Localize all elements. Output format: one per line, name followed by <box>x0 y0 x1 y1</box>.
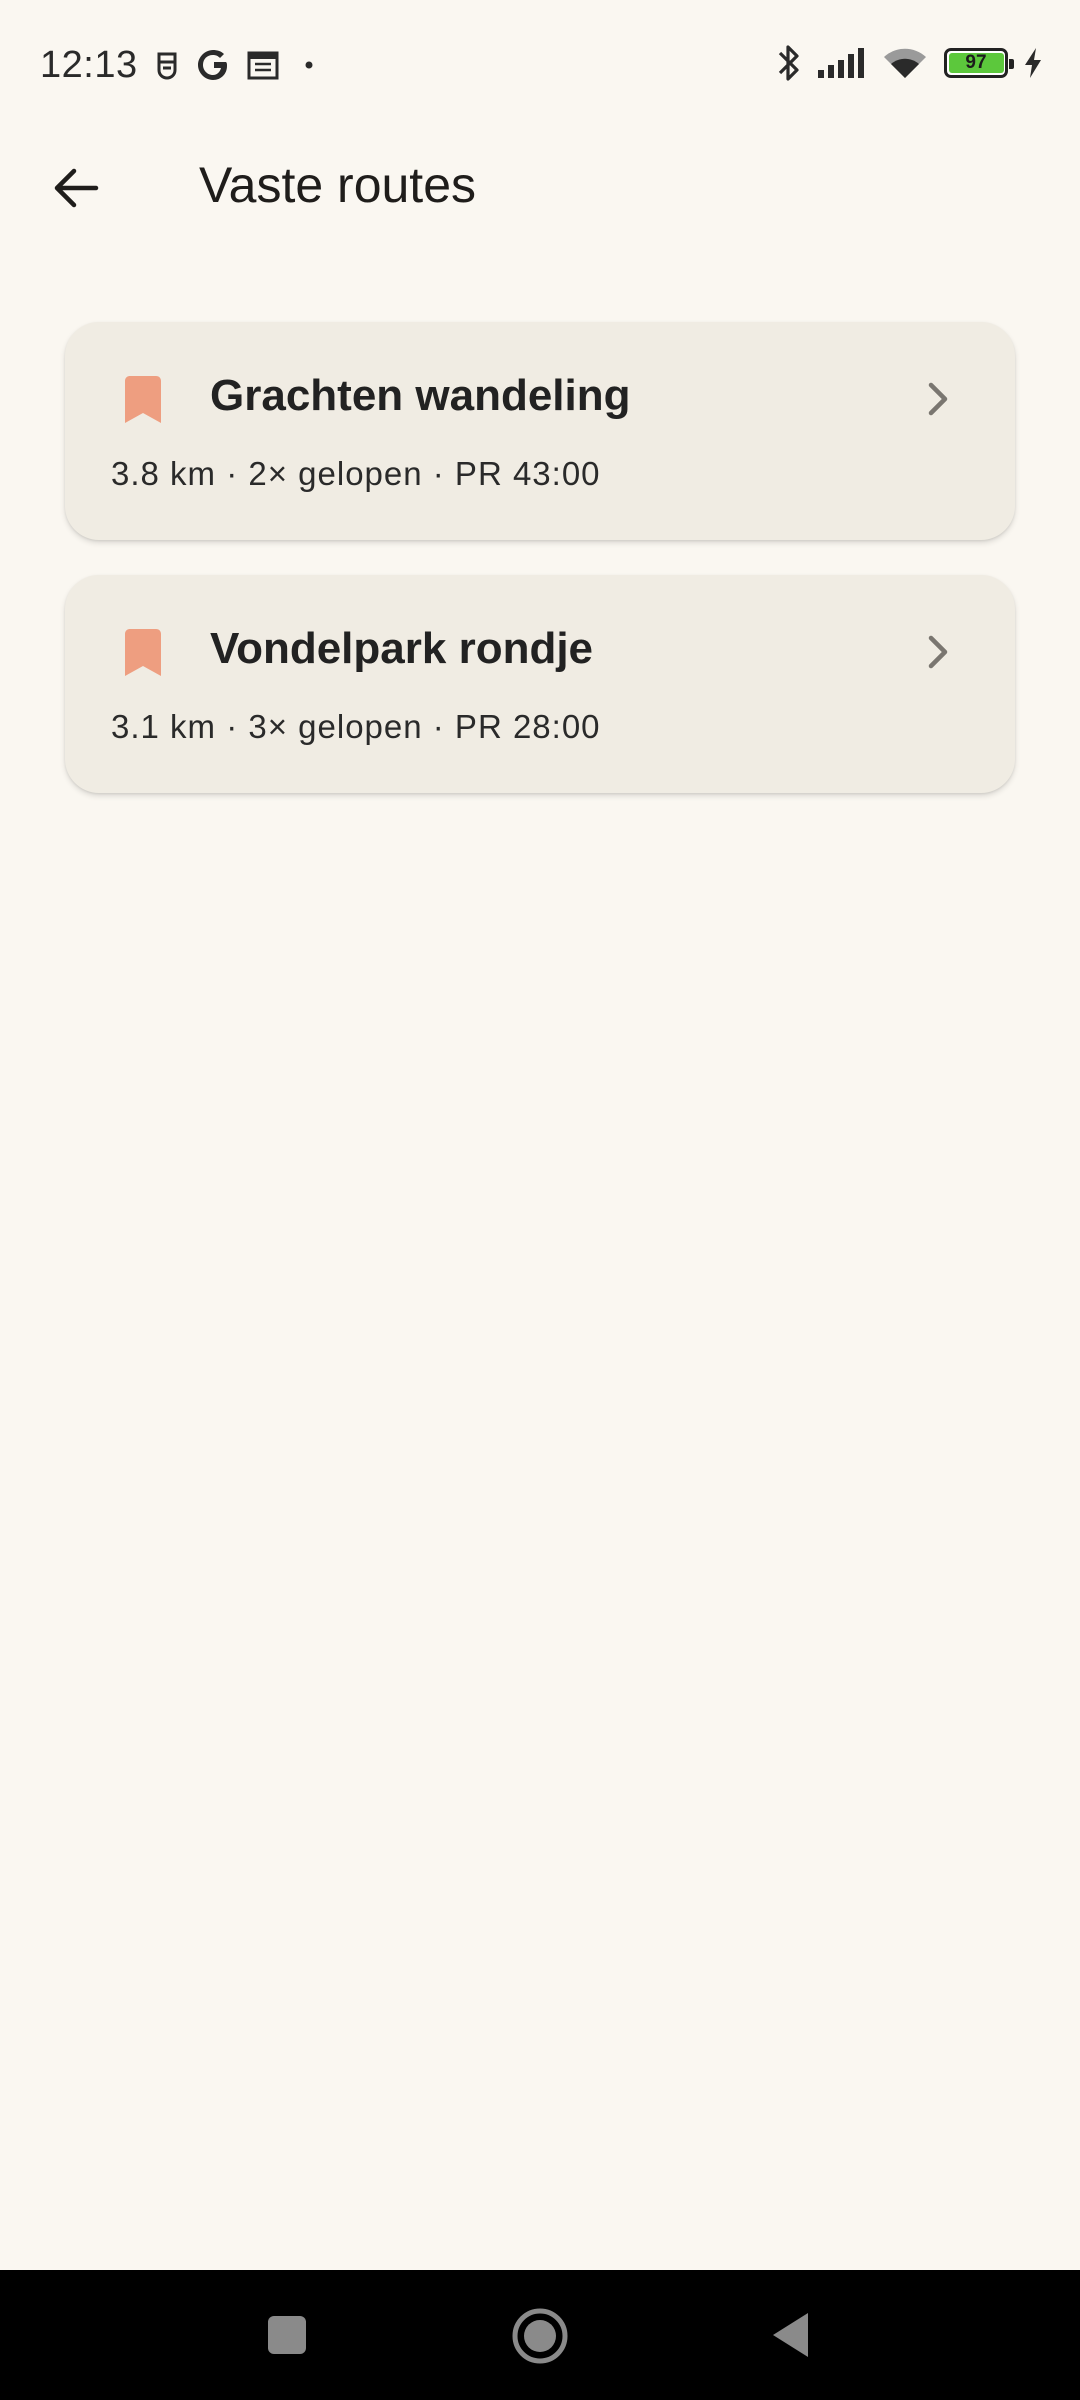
route-meta: 3.8 km · 2× gelopen · PR 43:00 <box>111 455 601 492</box>
route-list: Grachten wandeling 3.8 km · 2× gelopen ·… <box>65 322 1015 828</box>
back-button[interactable] <box>36 148 116 228</box>
status-bar: 12:13 97 <box>0 0 1080 130</box>
route-card-grachten-wandeling[interactable]: Grachten wandeling 3.8 km · 2× gelopen ·… <box>65 322 1015 540</box>
battery-icon: 97 <box>944 48 1014 78</box>
home-button[interactable] <box>511 2307 569 2365</box>
status-time: 12:13 <box>40 43 138 86</box>
square-icon <box>268 2316 306 2354</box>
bookmark-icon <box>125 376 161 423</box>
page-title: Vaste routes <box>199 157 477 213</box>
status-right: 97 <box>776 38 1044 88</box>
signal-icon <box>816 46 866 80</box>
home-circle-icon <box>512 2308 568 2364</box>
calendar-icon <box>246 49 280 81</box>
route-card-vondelpark-rondje[interactable]: Vondelpark rondje 3.1 km · 3× gelopen · … <box>65 575 1015 793</box>
bookmark-icon <box>125 629 161 676</box>
notification-icon <box>152 48 182 82</box>
wifi-icon <box>880 45 930 81</box>
triangle-back-icon <box>773 2313 808 2357</box>
route-meta: 3.1 km · 3× gelopen · PR 28:00 <box>111 708 601 745</box>
charging-icon <box>1022 46 1044 80</box>
dot-icon <box>294 50 324 80</box>
screen: 12:13 97 Vaste routes Grachten wandeling… <box>0 0 1080 2400</box>
route-name: Vondelpark rondje <box>210 624 594 673</box>
system-nav-bar <box>0 2270 1080 2400</box>
recents-button[interactable] <box>266 2314 308 2356</box>
arrow-back-icon <box>54 168 99 208</box>
bluetooth-icon <box>776 42 802 84</box>
route-name: Grachten wandeling <box>210 371 631 420</box>
chevron-right-icon <box>928 635 948 669</box>
status-left: 12:13 <box>40 40 324 90</box>
battery-level: 97 <box>965 52 987 73</box>
battery-nub <box>1009 59 1014 69</box>
chevron-right-icon <box>928 382 948 416</box>
google-icon <box>196 47 232 83</box>
app-bar: Vaste routes <box>0 130 1080 230</box>
nav-back-button[interactable] <box>770 2310 812 2360</box>
